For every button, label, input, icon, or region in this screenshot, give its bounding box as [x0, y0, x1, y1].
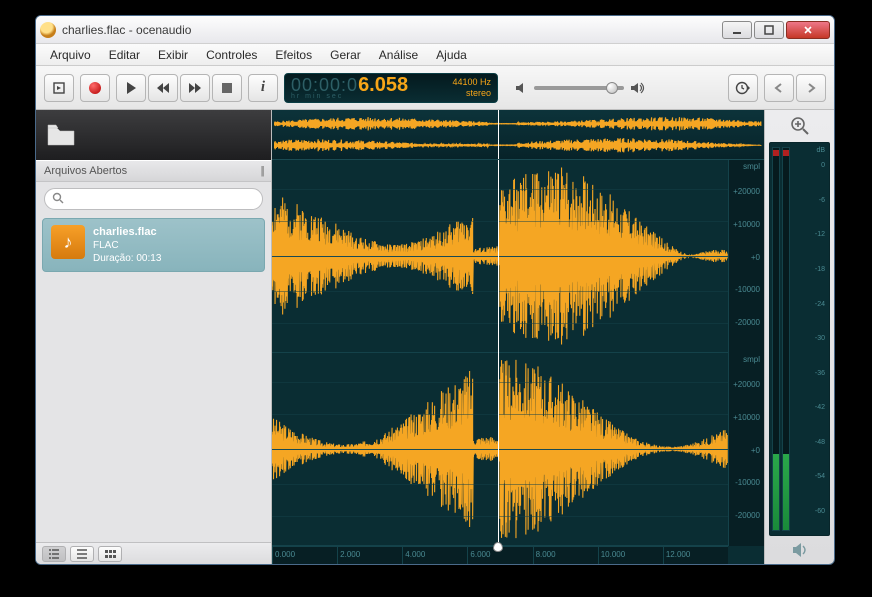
playhead[interactable]	[498, 160, 499, 546]
clock-icon	[735, 81, 751, 95]
volume-low-icon	[514, 81, 528, 95]
view-grid-button[interactable]	[98, 546, 122, 562]
toolbar: i 00:00:0 6.058 hr min sec 44100 Hz ster…	[36, 66, 834, 110]
stop-button[interactable]	[212, 74, 242, 102]
maximize-button[interactable]	[754, 21, 784, 39]
titlebar[interactable]: charlies.flac - ocenaudio	[36, 16, 834, 44]
file-format: FLAC	[93, 239, 161, 252]
zoom-in-icon[interactable]	[790, 116, 810, 136]
meter-left	[772, 147, 780, 531]
waveform-main[interactable]: smpl +20000 +10000 +0 -10000 -20000 smpl…	[272, 110, 764, 564]
time-display[interactable]: 00:00:0 6.058 hr min sec 44100 Hz stereo	[284, 73, 498, 103]
sidebar-footer	[36, 542, 271, 564]
volume-high-icon	[630, 81, 646, 95]
play-button[interactable]	[116, 74, 146, 102]
window-title: charlies.flac - ocenaudio	[62, 23, 722, 37]
meter-panel: dB 0 -6 -12 -18 -24 -30 -36 -42 -48 -54 …	[764, 110, 834, 564]
stop-icon	[222, 83, 232, 93]
folder-icon	[46, 123, 76, 147]
volume-thumb[interactable]	[606, 82, 618, 94]
rewind-button[interactable]	[148, 74, 178, 102]
channel-mode: stereo	[466, 88, 491, 99]
speaker-icon[interactable]	[791, 542, 809, 558]
sample-rate: 44100 Hz	[452, 77, 491, 88]
view-list-button[interactable]	[42, 546, 66, 562]
playhead-handle[interactable]	[493, 542, 503, 552]
time-unit-labels: hr min sec	[291, 93, 431, 100]
meter-right	[782, 147, 790, 531]
time-current: 6.058	[358, 75, 408, 95]
sidebar-header[interactable]	[36, 110, 271, 160]
time-prefix: 00:00:0	[291, 76, 358, 94]
search-input[interactable]	[44, 188, 263, 210]
menubar: Arquivo Editar Exibir Controles Efeitos …	[36, 44, 834, 66]
rewind-icon	[156, 82, 170, 94]
info-button[interactable]: i	[248, 74, 278, 102]
search-icon	[52, 192, 64, 204]
music-note-icon: ♪	[51, 225, 85, 259]
app-icon	[40, 22, 56, 38]
menu-efeitos[interactable]: Efeitos	[267, 46, 320, 64]
file-list: ♪ charlies.flac FLAC Duração: 00:13	[36, 216, 271, 542]
overview-playhead[interactable]	[498, 110, 499, 159]
main-area: Arquivos Abertos ||| ♪ charlies.flac FLA…	[36, 110, 834, 564]
record-icon	[89, 82, 101, 94]
menu-ajuda[interactable]: Ajuda	[428, 46, 475, 64]
history-button[interactable]	[728, 74, 758, 102]
menu-editar[interactable]: Editar	[101, 46, 148, 64]
file-name: charlies.flac	[93, 225, 161, 239]
sidebar-section-label: Arquivos Abertos |||	[36, 160, 271, 182]
volume-control	[514, 81, 646, 95]
sidebar: Arquivos Abertos ||| ♪ charlies.flac FLA…	[36, 110, 272, 564]
nav-forward-button[interactable]	[796, 74, 826, 102]
file-duration: Duração: 00:13	[93, 252, 161, 265]
close-button[interactable]	[786, 21, 830, 39]
overview-waveform	[274, 114, 762, 155]
amplitude-ruler: smpl +20000 +10000 +0 -10000 -20000 smpl…	[728, 160, 764, 546]
menu-analise[interactable]: Análise	[371, 46, 426, 64]
overview-panel[interactable]	[272, 110, 764, 160]
view-detail-button[interactable]	[70, 546, 94, 562]
waveform-area: smpl +20000 +10000 +0 -10000 -20000 smpl…	[272, 110, 834, 564]
channel-left[interactable]	[272, 160, 728, 353]
arrow-right-icon	[805, 82, 817, 94]
file-item[interactable]: ♪ charlies.flac FLAC Duração: 00:13	[42, 218, 265, 272]
app-window: charlies.flac - ocenaudio Arquivo Editar…	[35, 15, 835, 565]
play-icon	[127, 82, 136, 94]
channels[interactable]	[272, 160, 728, 546]
menu-arquivo[interactable]: Arquivo	[42, 46, 99, 64]
arrow-left-icon	[773, 82, 785, 94]
menu-gerar[interactable]: Gerar	[322, 46, 369, 64]
channel-right[interactable]	[272, 353, 728, 546]
menu-exibir[interactable]: Exibir	[150, 46, 196, 64]
nav-back-button[interactable]	[764, 74, 794, 102]
grip-icon[interactable]: |||	[260, 165, 263, 177]
level-meter: dB 0 -6 -12 -18 -24 -30 -36 -42 -48 -54 …	[769, 142, 830, 536]
record-button[interactable]	[80, 74, 110, 102]
menu-controles[interactable]: Controles	[198, 46, 265, 64]
minimize-button[interactable]	[722, 21, 752, 39]
forward-button[interactable]	[180, 74, 210, 102]
loop-region-button[interactable]	[44, 74, 74, 102]
volume-slider[interactable]	[534, 86, 624, 90]
forward-icon	[188, 82, 202, 94]
transport-group	[116, 74, 242, 102]
info-icon: i	[261, 79, 265, 96]
